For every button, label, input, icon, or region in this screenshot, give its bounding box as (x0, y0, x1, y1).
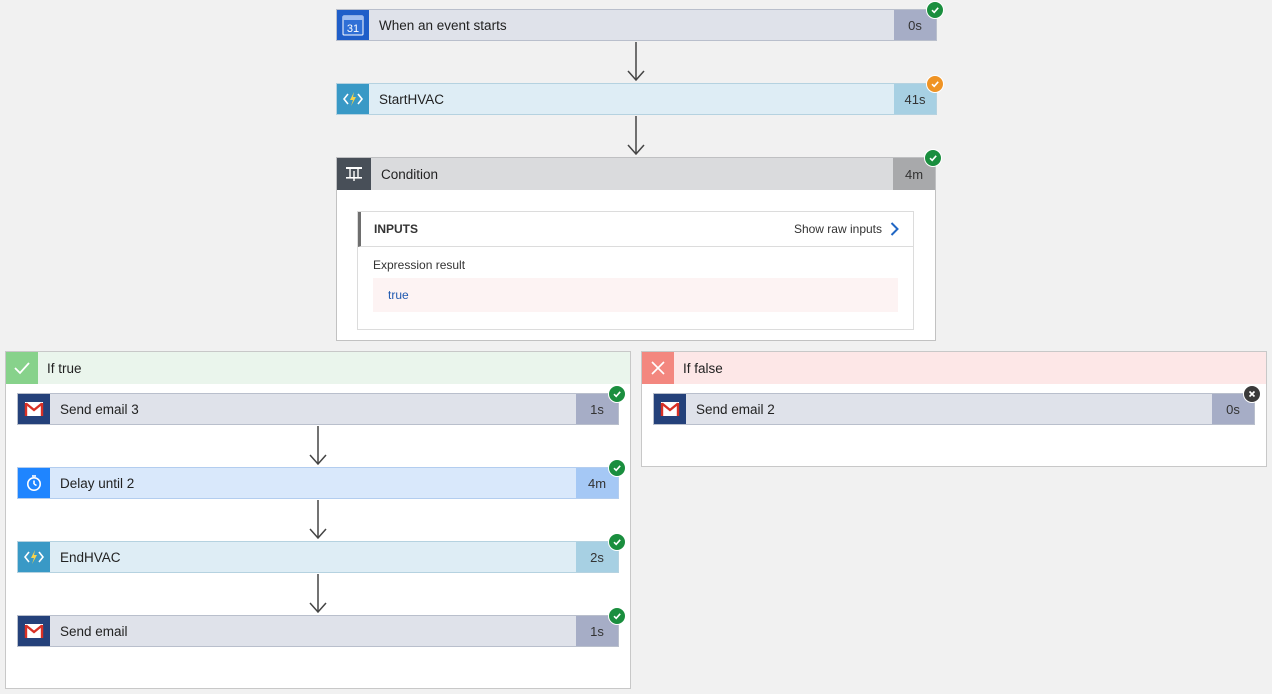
action-step-send-email-3[interactable]: Send email 3 1s (17, 393, 619, 425)
if-true-header[interactable]: If true (6, 352, 630, 384)
chevron-right-icon (890, 222, 899, 236)
step-label: Condition (381, 166, 439, 182)
function-icon (337, 84, 369, 114)
calendar-icon: 31 (337, 10, 369, 40)
success-check-icon (608, 459, 626, 477)
action-step-delay-until-2[interactable]: Delay until 2 4m (17, 467, 619, 499)
cancelled-x-icon (1243, 385, 1261, 403)
step-label: Send email 2 (696, 401, 775, 417)
flow-arrow (627, 116, 645, 156)
show-raw-inputs-link[interactable]: Show raw inputs (794, 222, 899, 236)
retry-warning-check-icon (926, 75, 944, 93)
step-label: EndHVAC (60, 549, 121, 565)
if-false-header[interactable]: If false (642, 352, 1266, 384)
success-check-icon (924, 149, 942, 167)
branch-title: If true (47, 360, 82, 376)
branch-title: If false (683, 360, 723, 376)
flow-arrow (309, 500, 327, 540)
step-label: Delay until 2 (60, 475, 135, 491)
action-step-send-email[interactable]: Send email 1s (17, 615, 619, 647)
success-check-icon (926, 1, 944, 19)
condition-step[interactable]: Condition 4m (336, 157, 936, 191)
action-step-send-email-2[interactable]: Send email 2 0s (653, 393, 1255, 425)
inputs-title: INPUTS (374, 222, 419, 236)
expression-result-label: Expression result (373, 258, 466, 272)
inputs-header: INPUTS Show raw inputs (358, 212, 913, 247)
expression-result-value: true (373, 278, 898, 312)
flow-arrow (627, 42, 645, 82)
run-history-canvas: 31 When an event starts 0s StartHVAC 41s (0, 0, 1272, 694)
success-check-icon (608, 533, 626, 551)
condition-icon (337, 158, 371, 190)
action-step-end-hvac[interactable]: EndHVAC 2s (17, 541, 619, 573)
step-label: Send email 3 (60, 401, 139, 417)
gmail-icon (18, 616, 50, 646)
function-icon (18, 542, 50, 572)
step-label: When an event starts (379, 17, 507, 33)
show-raw-inputs-label: Show raw inputs (793, 222, 882, 236)
condition-details-panel: INPUTS Show raw inputs Expression result… (336, 190, 936, 341)
close-icon (642, 352, 674, 384)
flow-arrow (309, 426, 327, 466)
timer-icon (18, 468, 50, 498)
flow-arrow (309, 574, 327, 614)
action-step-start-hvac[interactable]: StartHVAC 41s (336, 83, 937, 115)
success-check-icon (608, 385, 626, 403)
checkmark-icon (6, 352, 38, 384)
calendar-day: 31 (347, 23, 359, 35)
inputs-section: INPUTS Show raw inputs Expression result… (357, 211, 914, 330)
gmail-icon (18, 394, 50, 424)
step-label: StartHVAC (379, 91, 445, 107)
gmail-icon (654, 394, 686, 424)
step-label: Send email (60, 623, 128, 639)
trigger-step-when-event-starts[interactable]: 31 When an event starts 0s (336, 9, 937, 41)
success-check-icon (608, 607, 626, 625)
